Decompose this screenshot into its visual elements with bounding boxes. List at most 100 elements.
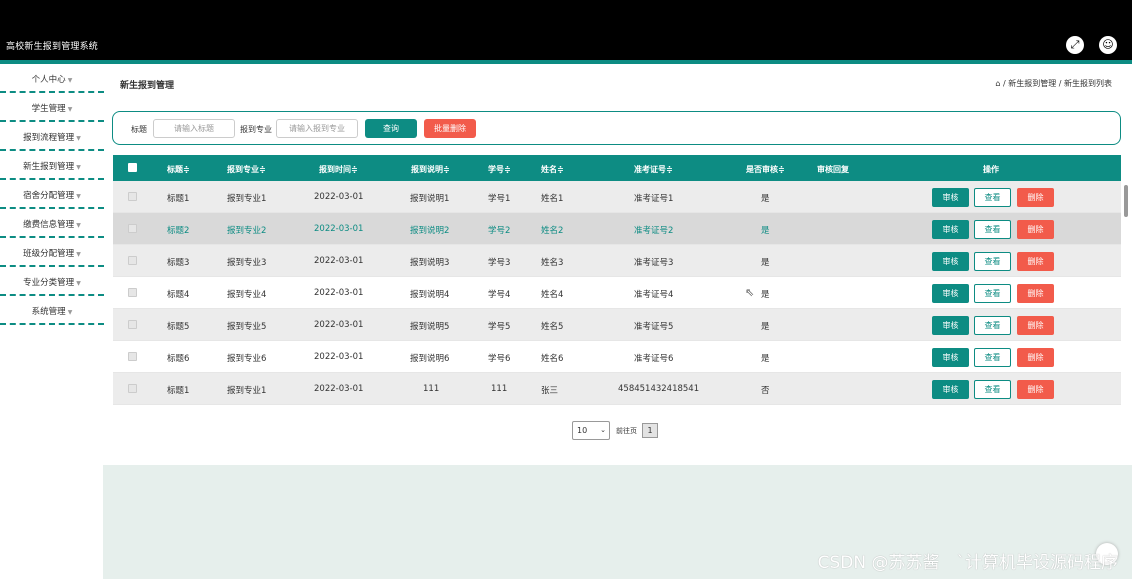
audit-button[interactable]: 审核: [932, 252, 969, 271]
delete-button[interactable]: 删除: [1017, 348, 1054, 367]
cell-desc: 报到说明5: [410, 322, 450, 332]
cell-audited: 是: [761, 226, 770, 236]
view-button[interactable]: 查看: [974, 252, 1011, 271]
page-size-select[interactable]: 10 ⌄: [572, 421, 610, 440]
sidebar-item-freshman-report[interactable]: 新生报到管理 ▼: [0, 151, 104, 180]
sidebar-item-students[interactable]: 学生管理 ▼: [0, 93, 104, 122]
cell-title: 标题5: [167, 322, 190, 332]
major-search-input[interactable]: 请输入报到专业: [276, 119, 358, 138]
sidebar-item-report-process[interactable]: 报到流程管理 ▼: [0, 122, 104, 151]
major-label: 报到专业: [240, 125, 272, 134]
chevron-down-icon: ▼: [76, 222, 81, 229]
row-checkbox[interactable]: [128, 256, 137, 265]
cell-time: 2022-03-01: [314, 288, 364, 298]
view-button[interactable]: 查看: [974, 348, 1011, 367]
chevron-down-icon: ▼: [67, 106, 73, 113]
cell-student-no: 学号2: [488, 226, 511, 236]
page-title: 新生报到管理: [120, 81, 175, 91]
header-ticket[interactable]: 准考证号≑: [634, 164, 673, 175]
delete-button[interactable]: 删除: [1017, 316, 1054, 335]
cell-title: 标题1: [167, 386, 190, 396]
header-title[interactable]: 标题≑: [167, 164, 190, 175]
cell-desc: 报到说明4: [410, 290, 450, 300]
delete-button[interactable]: 删除: [1017, 220, 1054, 239]
view-button[interactable]: 查看: [974, 220, 1011, 239]
cell-title: 标题2: [167, 226, 190, 236]
row-checkbox[interactable]: [128, 384, 137, 393]
header-audited[interactable]: 是否审核≑: [746, 164, 785, 175]
page-size-value: 10: [577, 426, 588, 435]
sidebar-item-label: 系统管理: [31, 307, 66, 317]
cell-student-no: 学号5: [488, 322, 511, 332]
view-button[interactable]: 查看: [974, 284, 1011, 303]
view-button[interactable]: 查看: [974, 380, 1011, 399]
cell-ticket: 458451432418541: [618, 384, 700, 394]
row-checkbox[interactable]: [128, 288, 137, 297]
sidebar-item-dorm[interactable]: 宿舍分配管理 ▼: [0, 180, 104, 209]
audit-button[interactable]: 审核: [932, 220, 969, 239]
cell-name: 姓名5: [541, 322, 564, 332]
delete-button[interactable]: 删除: [1017, 380, 1054, 399]
audit-button[interactable]: 审核: [932, 348, 969, 367]
cell-major: 报到专业3: [227, 258, 267, 268]
goto-label: 前往页: [616, 427, 637, 435]
cell-student-no: 学号3: [488, 258, 511, 268]
cell-audited: 是: [761, 290, 770, 300]
row-checkbox[interactable]: [128, 192, 137, 201]
cell-audited: 是: [761, 354, 770, 364]
sidebar-item-system[interactable]: 系统管理 ▼: [0, 296, 104, 325]
table-row: 标题4 报到专业4 2022-03-01 报到说明4 学号4 姓名4 准考证号4…: [113, 277, 1121, 309]
cell-time: 2022-03-01: [314, 352, 364, 362]
header-time[interactable]: 报到时间≑: [319, 164, 358, 175]
row-checkbox[interactable]: [128, 224, 137, 233]
select-all-checkbox[interactable]: [128, 163, 137, 172]
sidebar-item-major[interactable]: 专业分类管理 ▼: [0, 267, 104, 296]
cell-ticket: 准考证号6: [634, 354, 674, 364]
bulk-delete-button[interactable]: 批量删除: [424, 119, 476, 138]
delete-button[interactable]: 删除: [1017, 284, 1054, 303]
app-header: 高校新生报到管理系统 ⤢ ☺: [0, 28, 1132, 60]
row-checkbox[interactable]: [128, 352, 137, 361]
cell-audited: 否: [761, 386, 770, 396]
audit-button[interactable]: 审核: [932, 284, 969, 303]
cell-audited: 是: [761, 322, 770, 332]
sidebar-item-label: 宿舍分配管理: [23, 191, 75, 201]
cell-name: 张三: [541, 386, 559, 396]
audit-button[interactable]: 审核: [932, 188, 969, 207]
cell-major: 报到专业5: [227, 322, 267, 332]
row-checkbox[interactable]: [128, 320, 137, 329]
audit-button[interactable]: 审核: [932, 316, 969, 335]
fullscreen-icon[interactable]: ⤢: [1066, 36, 1084, 54]
sidebar-item-class[interactable]: 班级分配管理 ▼: [0, 238, 104, 267]
user-icon[interactable]: ☺: [1099, 36, 1117, 54]
title-label: 标题: [131, 125, 147, 134]
title-search-input[interactable]: 请输入标题: [153, 119, 235, 138]
search-panel: 标题 请输入标题 报到专业 请输入报到专业 查询 批量删除: [112, 111, 1121, 145]
cell-desc: 报到说明2: [410, 226, 450, 236]
header-major[interactable]: 报到专业≑: [227, 164, 266, 175]
cell-desc: 报到说明1: [410, 194, 450, 204]
sidebar-item-payment[interactable]: 缴费信息管理 ▼: [0, 209, 104, 238]
cell-student-no: 学号1: [488, 194, 511, 204]
breadcrumb[interactable]: ⌂ / 新生报到管理 / 新生报到列表: [995, 78, 1112, 89]
header-desc[interactable]: 报到说明≑: [411, 164, 450, 175]
page-number-input[interactable]: 1: [642, 423, 658, 438]
view-button[interactable]: 查看: [974, 188, 1011, 207]
audit-button[interactable]: 审核: [932, 380, 969, 399]
query-button[interactable]: 查询: [365, 119, 417, 138]
scrollbar[interactable]: [1124, 185, 1128, 217]
watermark: CSDN @苏苏酱 `计算机毕设源码程序: [817, 553, 1118, 573]
chevron-down-icon: ▼: [76, 164, 81, 171]
cell-time: 2022-03-01: [314, 320, 364, 330]
sidebar-item-label: 报到流程管理: [23, 133, 75, 143]
cell-name: 姓名3: [541, 258, 564, 268]
delete-button[interactable]: 删除: [1017, 188, 1054, 207]
sidebar-item-profile[interactable]: 个人中心 ▼: [0, 64, 104, 93]
view-button[interactable]: 查看: [974, 316, 1011, 335]
cell-major: 报到专业4: [227, 290, 267, 300]
header-name[interactable]: 姓名≑: [541, 164, 564, 175]
cell-time: 2022-03-01: [314, 192, 364, 202]
header-student-no[interactable]: 学号≑: [488, 164, 511, 175]
delete-button[interactable]: 删除: [1017, 252, 1054, 271]
cell-desc: 报到说明6: [410, 354, 450, 364]
